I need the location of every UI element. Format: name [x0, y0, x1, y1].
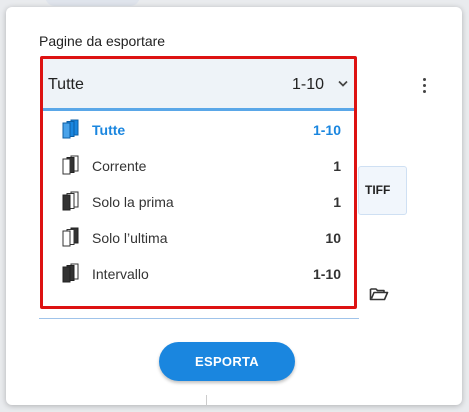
selected-value: Tutte [48, 76, 84, 93]
dialog-title: Pagine da esportare [39, 33, 166, 49]
tiff-format-button[interactable]: TIFF [358, 166, 407, 215]
menu-item-count: 10 [325, 230, 341, 246]
menu-item-label: Corrente [92, 158, 147, 174]
pages-all-icon [62, 119, 79, 139]
menu-item-count: 1-10 [312, 122, 341, 138]
chevron-down-icon[interactable] [338, 80, 348, 87]
page-range-icon [62, 263, 79, 283]
menu-item-solo-l-ultima[interactable]: Solo l’ultima 10 [43, 219, 354, 255]
menu-item-tutte[interactable]: Tutte 1-10 [43, 111, 354, 147]
menu-item-label: Tutte [92, 122, 126, 138]
menu-item-solo-la-prima[interactable]: Solo la prima 1 [43, 183, 354, 219]
menu-item-intervallo[interactable]: Intervallo 1-10 [43, 255, 354, 291]
page-current-icon [62, 155, 79, 175]
menu-item-label: Solo la prima [92, 194, 174, 210]
more-options-icon[interactable] [413, 74, 435, 96]
folder-open-icon[interactable] [369, 286, 389, 302]
menu-item-label: Solo l’ultima [92, 230, 168, 246]
menu-item-count: 1 [333, 194, 341, 210]
page-last-icon [62, 227, 79, 247]
menu-item-count: 1-10 [312, 266, 341, 282]
pages-select-dropdown: Tutte 1-10 Tutte 1-10 Corrente 1 Solo la… [40, 56, 357, 309]
menu-item-count: 1 [333, 158, 341, 174]
menu-item-corrente[interactable]: Corrente 1 [43, 147, 354, 183]
pages-select[interactable]: Tutte 1-10 [43, 59, 354, 111]
selected-range: 1-10 [292, 76, 325, 93]
divider [39, 318, 359, 319]
menu-item-label: Intervallo [92, 266, 149, 282]
tiff-format-label: TIFF [365, 183, 391, 197]
export-button[interactable]: ESPORTA [159, 342, 295, 381]
background-tab-strip [45, 0, 140, 6]
divider [206, 395, 207, 405]
page-first-icon [62, 191, 79, 211]
pages-menu: Tutte 1-10 Corrente 1 Solo la prima 1 So… [43, 111, 354, 291]
